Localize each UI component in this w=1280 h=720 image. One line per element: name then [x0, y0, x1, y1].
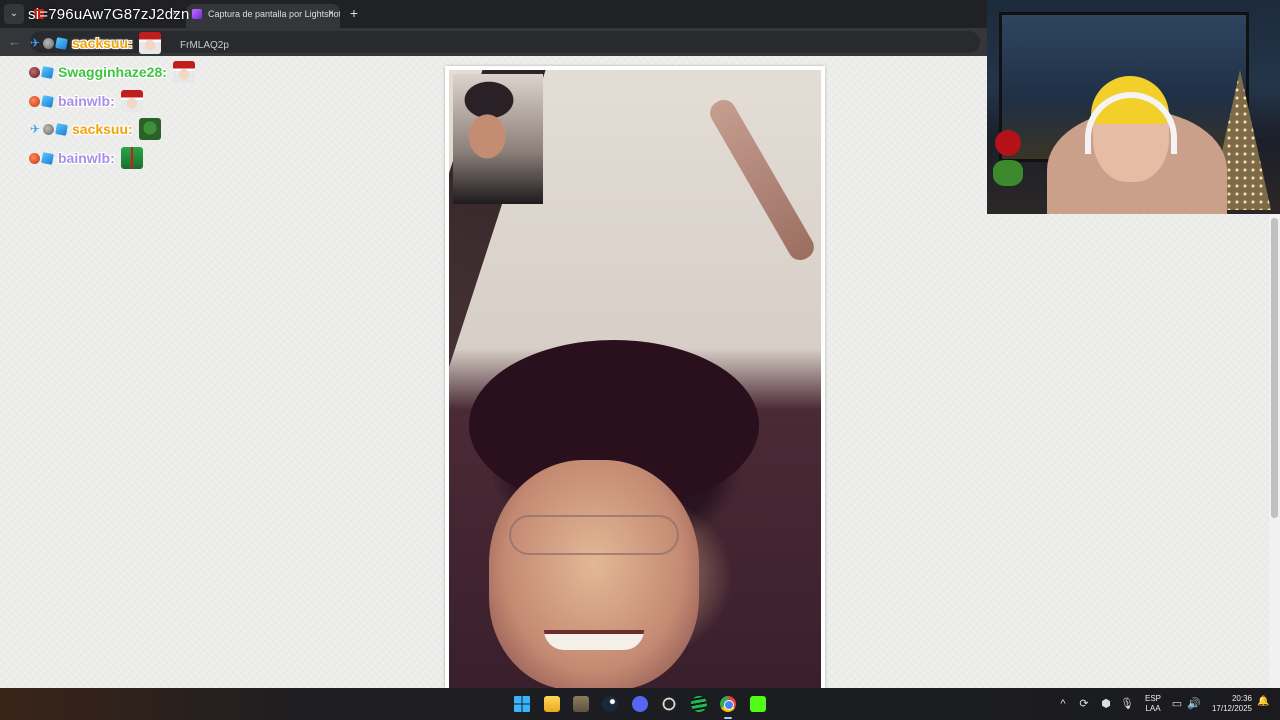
steam-icon[interactable] — [602, 696, 618, 712]
app-icon[interactable] — [573, 696, 589, 712]
tab-search-button[interactable]: ⌄ — [4, 4, 24, 24]
chat-message: ✈ sacksuu: — [29, 118, 161, 140]
gift-emote-icon — [120, 147, 143, 169]
tray-chevron-icon[interactable]: ^ — [1055, 696, 1071, 712]
volume-icon[interactable]: 🔊 — [1186, 696, 1202, 712]
santa-emote-icon — [172, 61, 195, 83]
network-icon[interactable]: ▭ — [1169, 696, 1185, 712]
chat-username: bainwlb: — [58, 93, 115, 109]
notification-icon[interactable]: 🔔 — [1257, 696, 1269, 707]
chat-username: Swagginhaze28: — [58, 64, 167, 80]
chat-username: bainwlb: — [58, 150, 115, 166]
santa-emote-icon — [138, 32, 161, 54]
clock-date: 17/12/2025 — [1211, 704, 1252, 713]
clock-time: 20:36 — [1231, 694, 1252, 703]
chat-message: ✈ sacksuu: — [29, 32, 161, 54]
pin-badge-icon: ✈ — [29, 122, 41, 136]
video-call-pip-thumbnail — [453, 74, 543, 204]
address-text: FrMLAQ2p — [180, 40, 229, 51]
cube-badge-icon — [55, 122, 68, 136]
file-explorer-icon[interactable] — [544, 696, 560, 712]
windows-taskbar: ^ ⟳ ⬢ 🎙 ▭ 🔊 — [0, 688, 1280, 720]
chat-message: bainwlb: — [29, 147, 143, 169]
url-overlay-text: si=796uAw7G87zJ2dzn — [28, 6, 190, 23]
chat-username: sacksuu: — [72, 35, 133, 51]
pin-badge-icon: ✈ — [29, 36, 41, 50]
address-bar[interactable]: FrMLAQ2p — [30, 31, 980, 53]
cube-badge-icon — [55, 36, 68, 50]
cube-badge-icon — [41, 94, 54, 108]
discord-icon[interactable] — [632, 696, 648, 712]
cube-badge-icon — [41, 65, 54, 79]
chat-message: Swagginhaze28: — [29, 61, 195, 83]
page-scrollbar[interactable] — [1269, 214, 1280, 688]
chrome-active-indicator — [724, 717, 732, 719]
gray-badge-icon — [43, 123, 54, 135]
language-code: ESP — [1144, 694, 1161, 703]
gray-badge-icon — [43, 37, 54, 49]
streamer-webcam — [987, 0, 1280, 214]
language-indicator[interactable]: ESP LAA — [1144, 694, 1162, 714]
red-badge-icon — [29, 95, 40, 107]
defender-icon[interactable]: ⬢ — [1098, 696, 1114, 712]
browser-tab-2[interactable]: Captura de pantalla por Lightshot × — [186, 4, 340, 28]
dark-badge-icon — [29, 66, 40, 78]
lightshot-tab-icon — [192, 9, 202, 19]
keyboard-layout: LAA — [1145, 704, 1161, 713]
pepe-emote-icon — [138, 118, 161, 140]
chat-message: bainwlb: — [29, 90, 143, 112]
tab-label: Captura de pantalla por Lightshot — [208, 9, 340, 19]
red-badge-icon — [29, 152, 40, 164]
video-call-image — [449, 70, 821, 688]
spotify-icon[interactable] — [691, 696, 707, 712]
chrome-icon[interactable] — [720, 696, 736, 712]
sync-icon[interactable]: ⟳ — [1076, 696, 1092, 712]
chat-username: sacksuu: — [72, 121, 133, 137]
system-clock[interactable]: 20:36 17/12/2025 — [1206, 694, 1252, 714]
new-tab-button[interactable]: + — [346, 5, 362, 21]
kick-icon[interactable] — [750, 696, 766, 712]
tab-close-icon[interactable]: × — [328, 4, 334, 24]
santa-emote-icon — [120, 90, 143, 112]
screenshot-image-frame — [445, 66, 825, 688]
back-arrow-icon[interactable]: ← — [8, 34, 21, 49]
microphone-icon[interactable]: 🎙 — [1119, 696, 1135, 712]
cube-badge-icon — [41, 151, 54, 165]
obs-icon[interactable] — [661, 696, 677, 712]
windows-start-icon[interactable] — [514, 696, 530, 712]
scrollbar-thumb[interactable] — [1271, 218, 1278, 518]
